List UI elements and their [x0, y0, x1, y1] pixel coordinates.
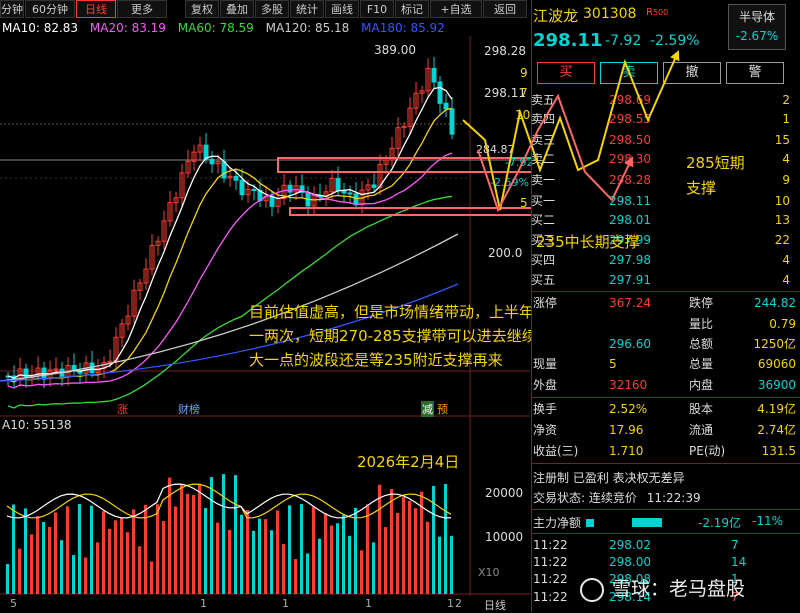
arrow-red-path: [477, 93, 634, 213]
watermark: 雪球：老马盘股: [580, 574, 745, 602]
annotation-arrows: [462, 50, 680, 213]
watermark-text: 雪球：老马盘股: [612, 578, 746, 600]
annotation-support-long: 235中长期支撑: [536, 233, 640, 251]
watermark-icon: [580, 577, 604, 602]
annotation-support-short2: 支撑: [686, 179, 717, 197]
annotation-support-short: 285短期: [686, 154, 745, 172]
